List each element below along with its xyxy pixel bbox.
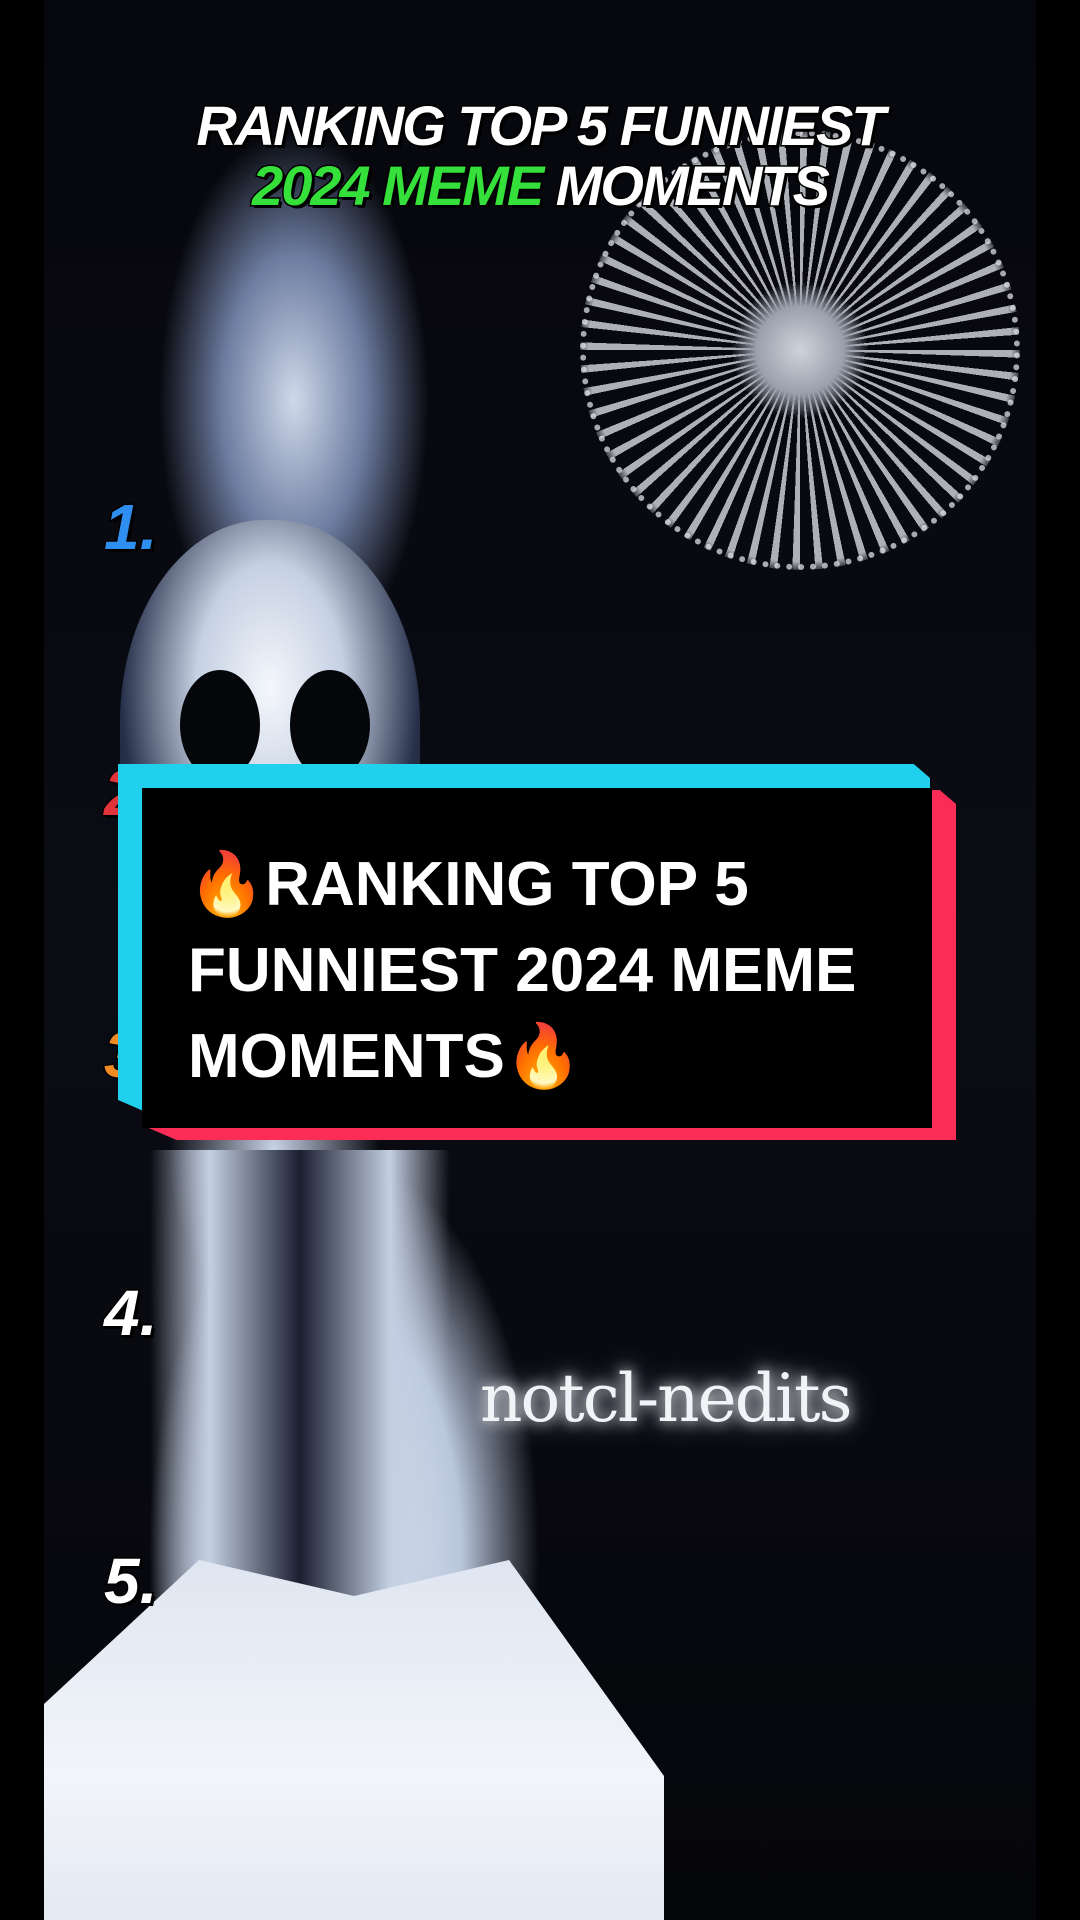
fire-emoji-start: 🔥 — [188, 850, 266, 919]
rank-4-label: 4. — [102, 1276, 158, 1351]
watermark-text: notcl-nedits — [480, 1360, 852, 1437]
header-highlight: 2024 MEME — [251, 154, 546, 217]
header-line1: RANKING TOP 5 FUNNIEST — [195, 94, 887, 157]
rank-1-label: 1. — [102, 490, 158, 565]
fire-emoji-end: 🔥 — [504, 1022, 583, 1091]
rank-5-label: 5. — [102, 1544, 158, 1619]
caption-text: 🔥RANKING TOP 5 FUNNIEST 2024 MEME MOMENT… — [188, 842, 918, 1100]
video-header-title: RANKING TOP 5 FUNNIEST 2024 MEME MOMENTS — [0, 94, 1080, 217]
header-line2: 2024 MEME MOMENTS — [0, 154, 1080, 217]
header-line2-rest: MOMENTS — [542, 154, 831, 217]
